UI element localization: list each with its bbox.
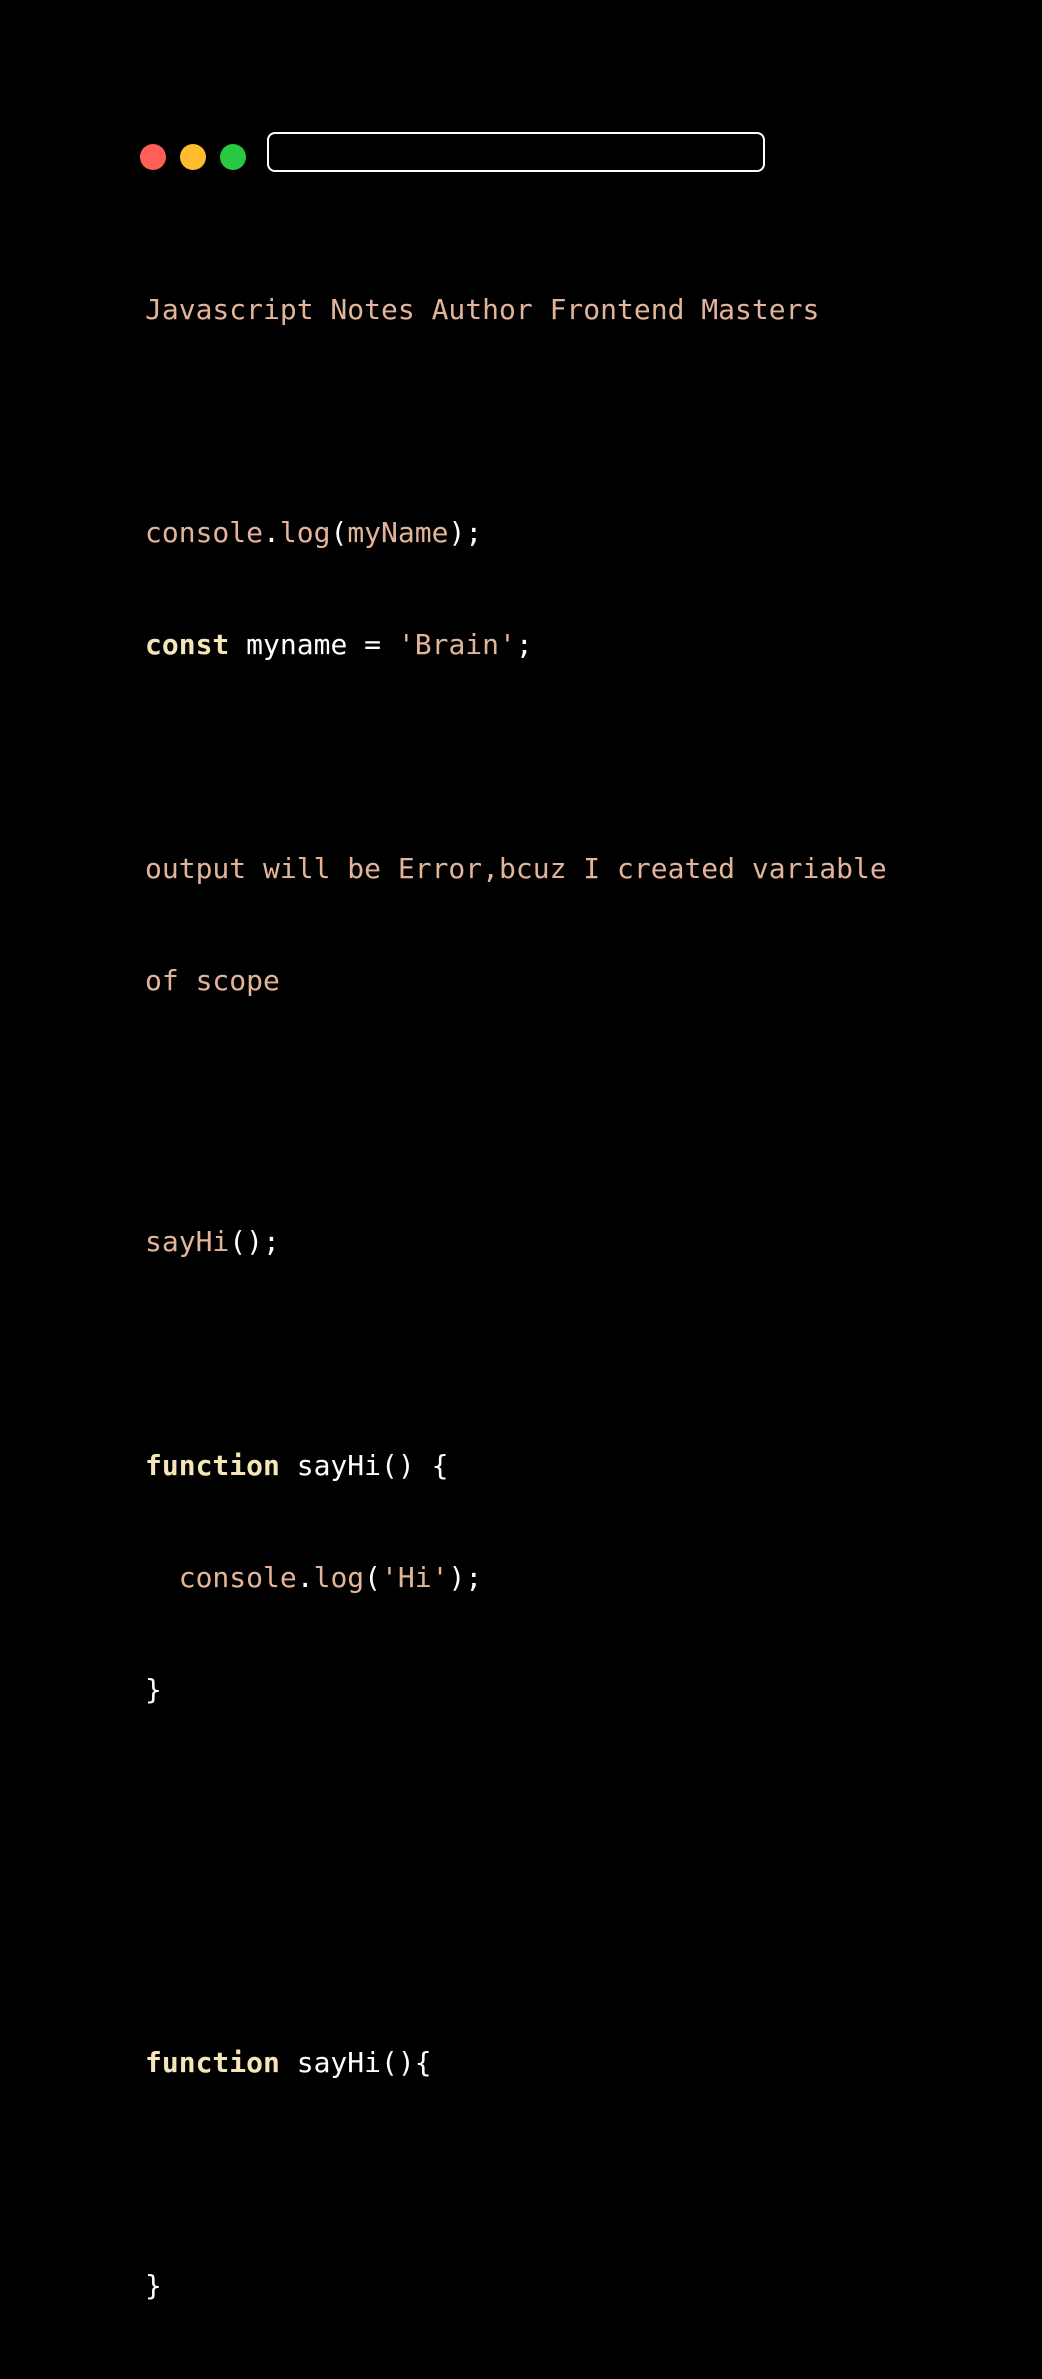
- token: sayHi(){: [279, 2045, 432, 2079]
- token: console: [178, 1560, 297, 1594]
- token: ();: [229, 1225, 280, 1259]
- token: );: [448, 1560, 483, 1594]
- title-comment: Javascript Notes Author Frontend Masters: [145, 292, 820, 326]
- token: sayHi: [145, 1225, 230, 1259]
- code-window: Javascript Notes Author Frontend Masters…: [0, 0, 1042, 2302]
- token: sayHi() {: [279, 1448, 449, 1482]
- keyword-token: function: [145, 2045, 280, 2079]
- window-titlebar: [140, 132, 780, 174]
- token: log: [313, 1560, 365, 1594]
- code-line-const-myname: const myname = 'Brain';: [145, 626, 887, 663]
- token: (: [330, 516, 348, 550]
- string-token: 'Brain': [397, 628, 516, 662]
- keyword-token: function: [145, 1448, 280, 1482]
- keyword-token: const: [145, 628, 230, 662]
- token: myname =: [229, 628, 398, 662]
- close-button[interactable]: [140, 144, 166, 170]
- code-line-close-brace: }: [145, 1671, 887, 1708]
- token: ;: [515, 628, 533, 662]
- code-line-title: Javascript Notes Author Frontend Masters: [145, 291, 887, 328]
- token: console: [145, 516, 264, 550]
- code-line-function-sayhi: function sayHi() {: [145, 1447, 887, 1484]
- code-line-console-log-hi: console.log('Hi');: [145, 1559, 887, 1596]
- code-line-sayhi-call: sayHi();: [145, 1223, 887, 1260]
- token: );: [448, 516, 483, 550]
- token: }: [145, 2269, 162, 2303]
- title-bar-field[interactable]: [267, 132, 765, 172]
- code-line-note-2: of scope: [145, 962, 887, 999]
- code-line-console-log-myname: console.log(myName);: [145, 514, 887, 551]
- code-block: Javascript Notes Author Frontend Masters…: [145, 216, 887, 2379]
- note-text: output will be Error,bcuz I created vari…: [145, 852, 887, 886]
- minimize-button[interactable]: [180, 144, 206, 170]
- note-text: of scope: [145, 963, 280, 997]
- token: myName: [347, 516, 449, 550]
- string-token: 'Hi': [381, 1560, 449, 1594]
- code-line-note-1: output will be Error,bcuz I created vari…: [145, 850, 887, 887]
- code-line-function-sayhi-2: function sayHi(){: [145, 2044, 887, 2081]
- token: (: [364, 1560, 382, 1594]
- token: }: [145, 1672, 162, 1706]
- token: .: [263, 516, 280, 550]
- code-line-close-brace-2: }: [145, 2267, 887, 2304]
- maximize-button[interactable]: [220, 144, 246, 170]
- token: log: [279, 516, 331, 550]
- token: .: [296, 1560, 314, 1594]
